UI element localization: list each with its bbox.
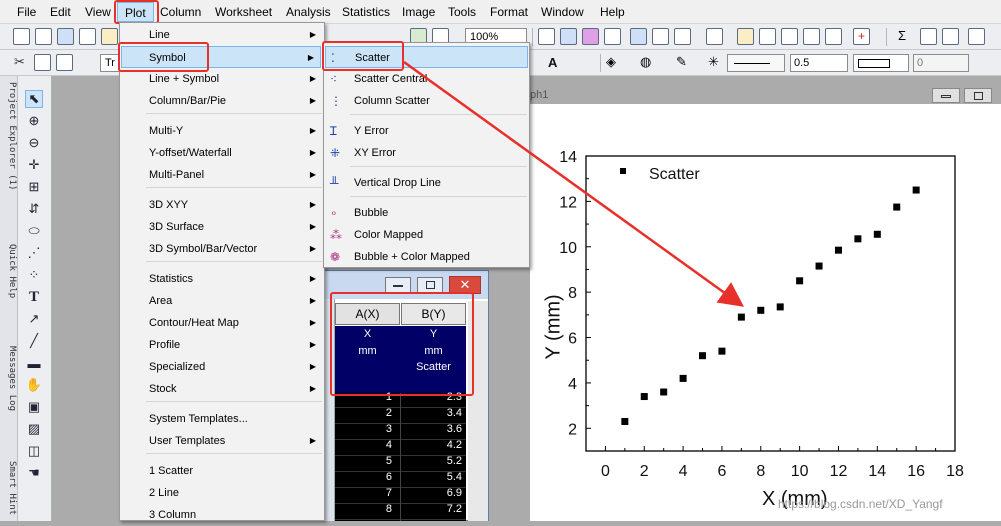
annotation-arrow	[403, 60, 745, 307]
